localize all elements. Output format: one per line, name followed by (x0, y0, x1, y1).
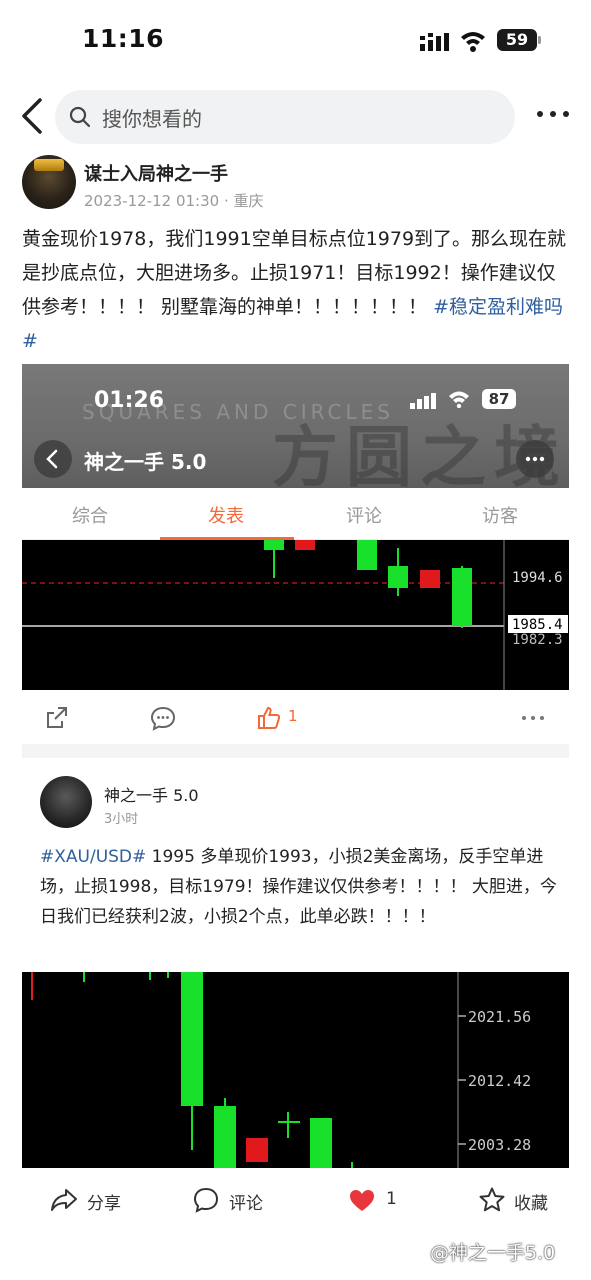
author-avatar[interactable] (22, 155, 76, 209)
like-button[interactable]: 1 (348, 1186, 408, 1214)
candle (264, 540, 284, 550)
search-placeholder: 搜你想看的 (102, 107, 202, 131)
search-input[interactable]: 搜你想看的 (55, 90, 515, 144)
embedded-share-icon (47, 707, 67, 728)
post-location: 重庆 (233, 192, 264, 210)
status-bar: 11:16 59 (0, 0, 591, 84)
post-text: 黄金现价1978，我们1991空单目标点位1979到了。那么现在就是抄底点位，大… (22, 222, 574, 358)
repost-candlestick-chart: 2021.56 2012.42 2003.28 (22, 972, 569, 1168)
chart-tick-label: 2003.28 (468, 1136, 531, 1154)
signal-icon (420, 33, 449, 51)
embedded-comment-icon (150, 706, 176, 731)
embedded-signal-icon (410, 393, 436, 409)
favorite-label: 收藏 (514, 1194, 548, 1214)
battery-tip (538, 36, 541, 44)
post-date: 2023-12-12 01:30 (84, 192, 220, 210)
avatar-crown (34, 159, 64, 171)
candle (246, 1138, 268, 1162)
star-icon (479, 1187, 505, 1212)
section-divider (22, 744, 569, 758)
bottom-action-bar: 分享 评论 1 收藏 (0, 1168, 591, 1232)
favorite-button[interactable]: 收藏 (478, 1186, 558, 1214)
chart-tick-label: 1994.6 (512, 570, 563, 586)
post-meta: 2023-12-12 01:30 · 重庆 (84, 190, 264, 211)
comment-label: 评论 (229, 1194, 263, 1214)
embedded-back-icon (34, 440, 72, 478)
embedded-battery-icon: 87 (482, 389, 516, 409)
candle (388, 566, 408, 588)
battery-icon: 59 (497, 29, 537, 51)
embedded-title: 神之一手 5.0 (84, 450, 207, 474)
embedded-screenshot[interactable]: SQUARES AND CIRCLES 方圆之境 01:26 87 神之一手 5… (22, 364, 569, 744)
more-options-icon[interactable] (535, 104, 571, 124)
embedded-more-dots-icon (522, 716, 544, 720)
chart-tick-label: 1985.4 (512, 617, 563, 633)
embedded-header: SQUARES AND CIRCLES 方圆之境 01:26 87 神之一手 5… (22, 364, 569, 488)
repost-text: #XAU/USD# 1995 多单现价1993，小损2美金离场，反手空单进场，止… (40, 842, 560, 932)
embedded-tab-visitors: 访客 (482, 506, 518, 527)
search-icon (69, 106, 91, 128)
embedded-wifi-icon (449, 391, 469, 408)
comment-icon (193, 1187, 219, 1213)
chart-tick-label: 2012.42 (468, 1072, 531, 1090)
status-time: 11:16 (82, 24, 165, 53)
embedded-tabs: 综合 发表 评论 访客 (22, 488, 569, 540)
embedded-like-icon (258, 706, 281, 729)
candle (420, 570, 440, 588)
embedded-more-icon (516, 440, 554, 478)
meta-separator: · (223, 192, 229, 210)
candle (181, 972, 203, 1106)
candle (295, 540, 315, 550)
embedded-tab-overview: 综合 (72, 506, 108, 527)
reposted-card[interactable]: 神之一手 5.0 3小时 #XAU/USD# 1995 多单现价1993，小损2… (22, 758, 569, 1168)
repost-avatar[interactable] (40, 776, 92, 828)
embedded-tab-posts: 发表 (208, 506, 244, 527)
candle (357, 540, 377, 570)
repost-hashtag[interactable]: #XAU/USD# (40, 847, 146, 867)
wifi-icon (461, 32, 485, 52)
author-name[interactable]: 谋士入局神之一手 (84, 160, 228, 186)
repost-author-name[interactable]: 神之一手 5.0 (104, 782, 199, 806)
chart-tick-label: 2021.56 (468, 1008, 531, 1026)
embedded-actions: 1 (22, 690, 569, 744)
candle (310, 1118, 332, 1168)
embedded-candlestick-chart: 1994.6 1985.4 1982.3 (22, 540, 569, 690)
share-icon (51, 1189, 77, 1211)
heart-icon (350, 1190, 374, 1211)
candle (452, 568, 472, 626)
chart-tick-label: 1982.3 (512, 632, 563, 648)
embedded-like-count: 1 (288, 707, 298, 725)
weibo-watermark: @神之一手5.0 (430, 1242, 556, 1264)
repost-time: 3小时 (104, 812, 139, 827)
embedded-status-time: 01:26 (94, 388, 165, 413)
share-button[interactable]: 分享 (50, 1186, 130, 1214)
back-arrow-icon[interactable] (16, 96, 52, 136)
like-count: 1 (386, 1189, 397, 1209)
comment-button[interactable]: 评论 (192, 1186, 272, 1214)
share-label: 分享 (87, 1194, 121, 1214)
embedded-tab-comments: 评论 (346, 506, 382, 527)
candle (214, 1106, 236, 1168)
